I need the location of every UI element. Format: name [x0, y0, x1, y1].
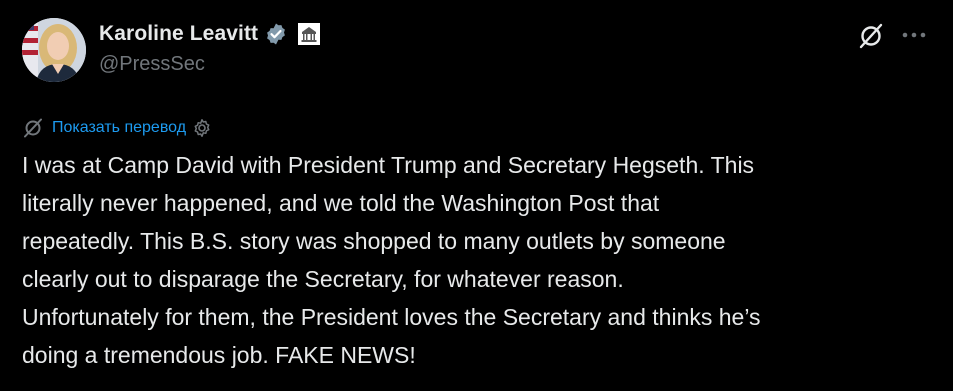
tweet-text-line: doing a tremendous job. FAKE NEWS! [22, 342, 416, 368]
tweet-text-line: I was at Camp David with President Trump… [22, 152, 755, 178]
display-name[interactable]: Karoline Leavitt [99, 22, 258, 46]
username-handle[interactable]: @PressSec [99, 53, 320, 76]
verified-badge-icon[interactable] [264, 22, 288, 46]
white-house-badge-icon[interactable] [298, 23, 321, 45]
avatar-image [22, 18, 86, 82]
more-horizontal-icon[interactable] [899, 22, 929, 48]
tweet-text-line: clearly out to disparage the Secretary, … [22, 266, 624, 292]
tweet-header: Karoline Leavitt @PressSec [99, 19, 321, 76]
grok-icon[interactable] [857, 22, 885, 50]
tweet-text-line: literally never happened, and we told th… [22, 190, 660, 216]
tweet-text-line: repeatedly. This B.S. story was shopped … [22, 228, 726, 254]
tweet-text: I was at Camp David with President Trump… [22, 146, 937, 374]
gear-icon[interactable] [192, 118, 212, 138]
name-row: Karoline Leavitt [99, 19, 321, 49]
show-translation-link[interactable]: Показать перевод [22, 116, 212, 140]
tweet-text-line: Unfortunately for them, the President lo… [22, 304, 761, 330]
avatar[interactable] [22, 18, 86, 82]
show-translation-label[interactable]: Показать перевод [52, 119, 186, 137]
grok-translate-icon [22, 117, 44, 139]
